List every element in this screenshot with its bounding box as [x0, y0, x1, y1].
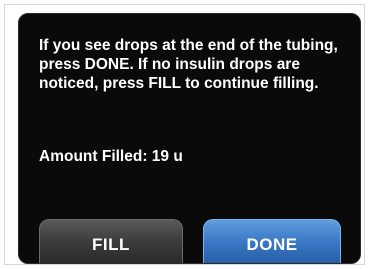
done-button[interactable]: DONE	[203, 219, 341, 263]
pump-screen: If you see drops at the end of the tubin…	[18, 13, 361, 264]
fill-button[interactable]: FILL	[39, 219, 183, 263]
amount-filled-readout: Amount Filled: 19 u	[39, 148, 183, 165]
instruction-message: If you see drops at the end of the tubin…	[39, 37, 338, 92]
